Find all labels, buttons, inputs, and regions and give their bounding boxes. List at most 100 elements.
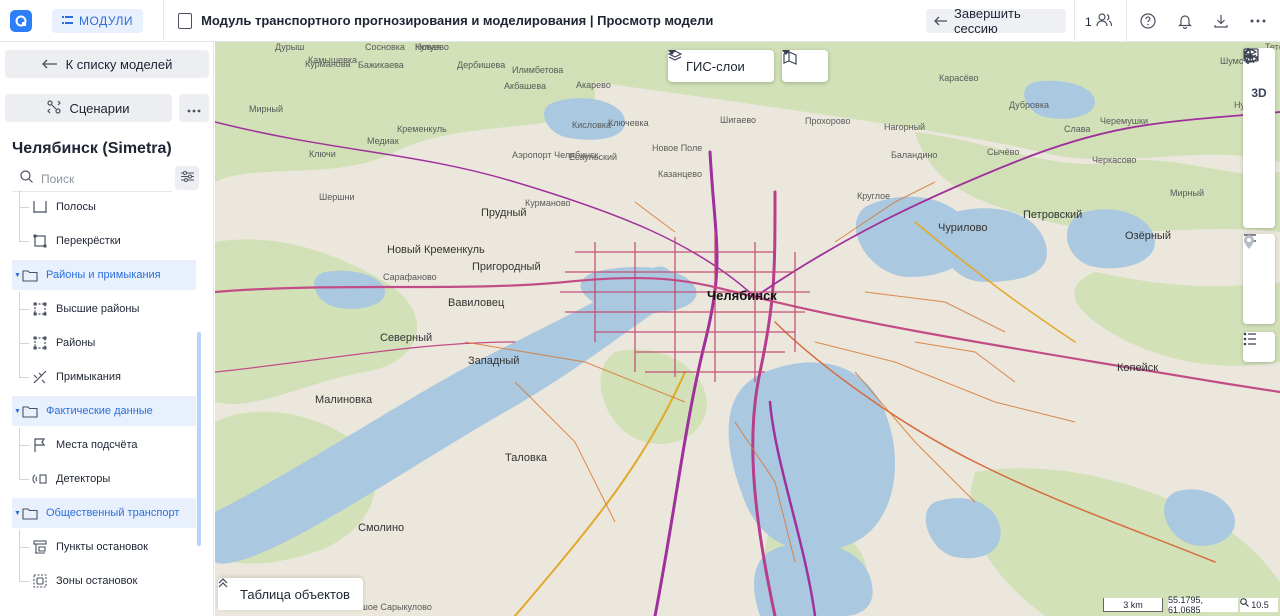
- tree-item-label: Районы: [56, 337, 96, 349]
- map-place-label: Чурилово: [938, 222, 988, 234]
- tree-connector: [19, 377, 29, 378]
- intersection-icon: [32, 233, 48, 249]
- tree-group-label: Районы и примыкания: [46, 269, 161, 281]
- tree-guide: [19, 530, 20, 581]
- tree-item-label: Пункты остановок: [56, 541, 148, 553]
- arrow-left-icon: [41, 57, 58, 72]
- tree-item[interactable]: Зоны остановок: [32, 566, 192, 596]
- tree-item-label: Высшие районы: [56, 303, 140, 315]
- search-icon: [20, 169, 33, 188]
- playback-icon[interactable]: [1243, 49, 1275, 228]
- objects-table-label: Таблица объектов: [240, 586, 350, 602]
- header-divider: [163, 0, 165, 42]
- legend-panel: [1243, 332, 1275, 362]
- gis-layers-button[interactable]: ГИС-слои: [668, 50, 774, 82]
- objects-table-toggle[interactable]: Таблица объектов: [218, 578, 363, 610]
- compass-icon[interactable]: [1243, 48, 1275, 138]
- map-place-label: Нагорный: [884, 122, 926, 132]
- tree-item[interactable]: Примыкания: [32, 362, 192, 392]
- tree-guide: [19, 190, 20, 241]
- map-place-label: Новая: [415, 42, 442, 52]
- back-to-models-button[interactable]: К списку моделей: [5, 50, 209, 78]
- tree-item[interactable]: Перекрёстки: [32, 226, 192, 256]
- tree-group[interactable]: ▼ Общественный транспорт: [12, 498, 196, 528]
- arrow-left-icon: [934, 14, 948, 29]
- search-field[interactable]: [12, 166, 172, 192]
- map-place-label: Сарафаново: [383, 272, 437, 282]
- scenarios-button[interactable]: Сценарии: [5, 94, 172, 122]
- map-place-label: Западный: [468, 355, 520, 367]
- map-place-label: Прохорово: [805, 116, 851, 126]
- cursor-coordinates: 55.1795, 61.0685: [1168, 595, 1238, 615]
- map-place-label: Пригородный: [472, 261, 541, 273]
- more-dots-icon[interactable]: [1249, 12, 1267, 30]
- search-input[interactable]: [41, 171, 161, 186]
- map-view[interactable]: Челябинск Копейск Таловка Смолино Малиновка С…: [215, 42, 1280, 616]
- map-place-label: Петровский: [1023, 209, 1083, 221]
- download-icon[interactable]: [1212, 12, 1230, 30]
- map-place-label: Таловка: [505, 452, 548, 464]
- map-place-label: Курманова: [305, 59, 351, 69]
- map-place-label: Сычёво: [987, 147, 1020, 157]
- end-session-button[interactable]: Завершить сессию: [926, 6, 1066, 36]
- tree-item[interactable]: Пункты остановок: [32, 532, 192, 562]
- tree-item-label: Зоны остановок: [56, 575, 138, 587]
- map-place-label: Новый Кременкуль: [387, 244, 485, 256]
- tree-item[interactable]: Полосы: [32, 192, 192, 222]
- legend-list-icon[interactable]: [1243, 332, 1275, 362]
- app-logo-icon[interactable]: [10, 9, 32, 32]
- map-place-label: Смолино: [358, 522, 405, 534]
- map-place-label: Казанцево: [658, 169, 702, 179]
- map-place-label: Шершни: [319, 192, 355, 202]
- scale-bar: 3 km: [1103, 598, 1163, 612]
- scenarios-icon: [47, 99, 62, 117]
- map-place-label: Круглое: [857, 191, 891, 201]
- tree-item[interactable]: Районы: [32, 328, 192, 358]
- tree-scrollbar[interactable]: [197, 332, 201, 546]
- tree-item-label: Детекторы: [56, 473, 111, 485]
- map-place-label: Кисловка: [572, 120, 612, 130]
- map-place-label: Баландино: [891, 150, 938, 160]
- scenarios-label: Сценарии: [69, 100, 130, 116]
- zoom-out-icon[interactable]: [1243, 234, 1275, 294]
- users-icon: [1096, 13, 1112, 30]
- area-icon: [32, 301, 48, 317]
- page-title: Модуль транспортного прогнозирования и м…: [201, 13, 714, 28]
- calculator-icon: [178, 12, 193, 29]
- image-layer-icon[interactable]: [1243, 48, 1275, 168]
- tree-group[interactable]: ▼ Районы и примыкания: [12, 260, 196, 290]
- location-pin-icon[interactable]: [1243, 235, 1275, 324]
- route-icon[interactable]: [1243, 49, 1275, 198]
- map-place-label: Копейск: [1117, 362, 1159, 374]
- more-actions-button[interactable]: [179, 94, 209, 122]
- map-tools-panel: 3D: [1243, 48, 1275, 228]
- tree-connector: [19, 547, 29, 548]
- tree-connector: [19, 479, 29, 480]
- tree-connector: [19, 581, 29, 582]
- layer-tree: Полосы Перекрёстки ▼ Районы и примыкания Выс…: [0, 190, 210, 614]
- tree-group[interactable]: ▼ Фактические данные: [12, 396, 196, 426]
- tree-item[interactable]: Высшие районы: [32, 294, 192, 324]
- help-icon[interactable]: [1139, 12, 1157, 30]
- stop-zone-icon: [32, 573, 48, 589]
- tree-item[interactable]: Места подсчёта: [32, 430, 192, 460]
- zoom-level-value: 10.5: [1251, 600, 1269, 610]
- filter-settings-button[interactable]: [175, 166, 199, 190]
- view-3d-button[interactable]: 3D: [1243, 78, 1275, 108]
- basemap-style-button[interactable]: [782, 50, 828, 82]
- zoom-level: 10.5: [1240, 598, 1278, 612]
- modules-button[interactable]: МОДУЛИ: [52, 8, 144, 33]
- map-place-label: Курманово: [525, 198, 571, 208]
- map-place-label: Акбашева: [504, 81, 547, 91]
- tree-connector: [19, 309, 29, 310]
- map-place-label: Шигаево: [720, 115, 757, 125]
- users-online[interactable]: 1: [1085, 13, 1112, 30]
- map-place-label: Малиновка: [315, 394, 373, 406]
- tree-item[interactable]: Детекторы: [32, 464, 192, 494]
- detector-icon: [32, 471, 48, 487]
- bell-icon[interactable]: [1176, 12, 1194, 30]
- map-place-label: Прудный: [481, 207, 527, 219]
- map-place-label: Ключевка: [608, 118, 649, 128]
- map-place-label: Илимбетова: [512, 65, 564, 75]
- map-place-label: Слава: [1064, 124, 1091, 134]
